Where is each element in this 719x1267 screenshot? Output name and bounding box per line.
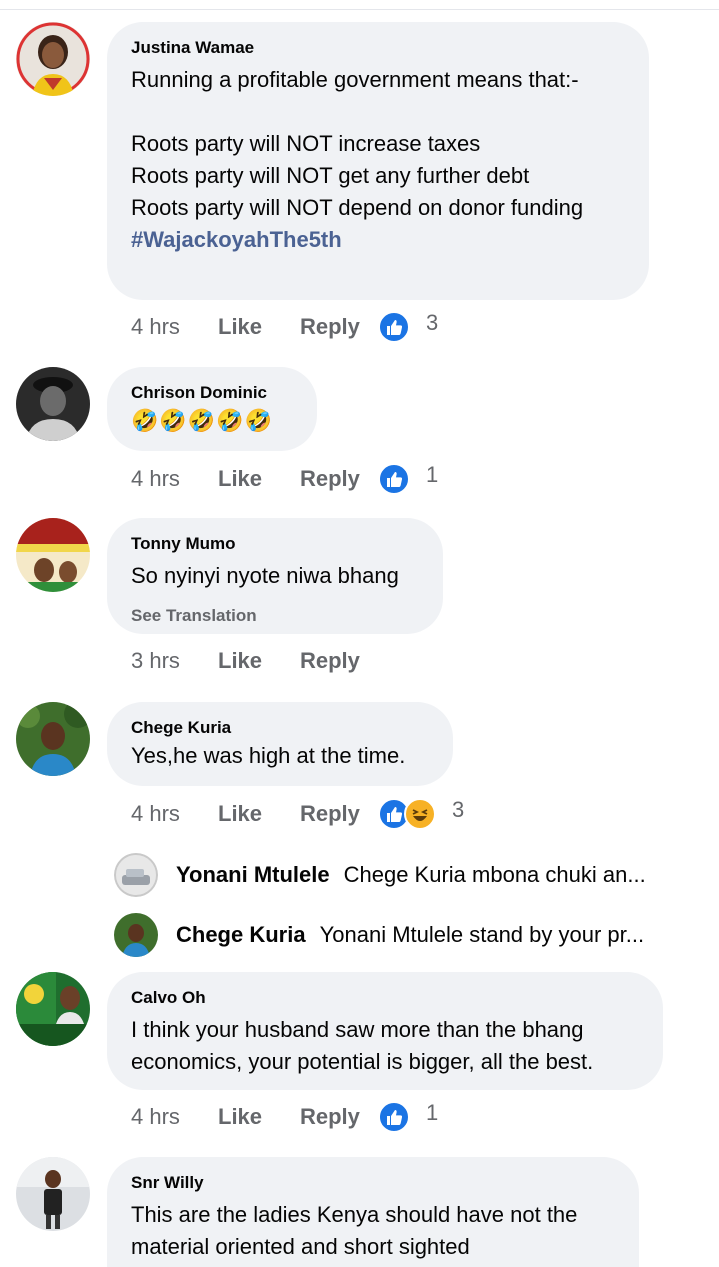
reaction-summary[interactable]: 1 xyxy=(378,1100,439,1133)
like-icon xyxy=(378,463,410,495)
reply-preview[interactable]: Chege Kuria Yonani Mtulele stand by your… xyxy=(114,912,674,958)
comment-bubble: Calvo Oh I think your husband saw more t… xyxy=(107,972,663,1090)
comment-bubble: Chege Kuria Yes,he was high at the time. xyxy=(107,702,453,786)
avatar[interactable] xyxy=(16,22,90,96)
comment-bubble: Snr Willy This are the ladies Kenya shou… xyxy=(107,1157,639,1267)
comment-text: Running a profitable government means th… xyxy=(131,67,584,220)
like-button[interactable]: Like xyxy=(218,648,300,674)
reply-button[interactable]: Reply xyxy=(300,648,378,674)
comment-actions: 4 hrs Like Reply 3 xyxy=(131,310,438,344)
comment-author[interactable]: Tonny Mumo xyxy=(131,534,419,554)
comment-text: Yes,he was high at the time. xyxy=(131,743,406,768)
like-button[interactable]: Like xyxy=(218,466,300,492)
avatar[interactable] xyxy=(16,1157,90,1231)
comment-author[interactable]: Chrison Dominic xyxy=(131,383,293,403)
avatar[interactable] xyxy=(16,367,90,441)
reaction-count: 1 xyxy=(426,1100,439,1125)
reaction-summary[interactable]: 3 xyxy=(378,310,439,343)
reaction-count: 3 xyxy=(426,310,439,335)
comment-text: So nyinyi nyote niwa bhang xyxy=(131,563,399,588)
comment-actions: 4 hrs Like Reply 1 xyxy=(131,462,438,496)
reply-text: Chege Kuria mbona chuki an... xyxy=(343,862,646,887)
comment-text: I think your husband saw more than the b… xyxy=(131,1017,594,1074)
haha-icon xyxy=(404,798,436,830)
avatar[interactable] xyxy=(16,972,90,1046)
reaction-count: 1 xyxy=(426,462,439,487)
comment-actions: 4 hrs Like Reply 1 xyxy=(131,1100,438,1134)
reply-button[interactable]: Reply xyxy=(300,1104,378,1130)
reply-author[interactable]: Chege Kuria xyxy=(176,922,306,948)
comment-text: 🤣🤣🤣🤣🤣 xyxy=(131,408,273,433)
like-icon xyxy=(378,1101,410,1133)
comment-time[interactable]: 4 hrs xyxy=(131,466,218,492)
comment-time[interactable]: 4 hrs xyxy=(131,801,218,827)
like-icon xyxy=(378,311,410,343)
comment-actions: 3 hrs Like Reply xyxy=(131,644,378,678)
reply-text: Yonani Mtulele stand by your pr... xyxy=(319,922,645,947)
reply-button[interactable]: Reply xyxy=(300,801,378,827)
top-divider xyxy=(0,9,719,10)
comment-time[interactable]: 3 hrs xyxy=(131,648,218,674)
hashtag-link[interactable]: #WajackoyahThe5th xyxy=(131,224,625,256)
comment-bubble: Tonny Mumo So nyinyi nyote niwa bhang Se… xyxy=(107,518,443,634)
like-button[interactable]: Like xyxy=(218,801,300,827)
comment-bubble: Chrison Dominic 🤣🤣🤣🤣🤣 xyxy=(107,367,317,451)
reply-preview[interactable]: Yonani Mtulele Chege Kuria mbona chuki a… xyxy=(114,852,674,898)
comment-author[interactable]: Chege Kuria xyxy=(131,718,429,738)
comment-text: This are the ladies Kenya should have no… xyxy=(131,1202,578,1259)
like-button[interactable]: Like xyxy=(218,1104,300,1130)
comment-bubble: Justina Wamae Running a profitable gover… xyxy=(107,22,649,300)
comment-author[interactable]: Snr Willy xyxy=(131,1173,615,1193)
avatar[interactable] xyxy=(16,702,90,776)
reply-button[interactable]: Reply xyxy=(300,314,378,340)
comment-time[interactable]: 4 hrs xyxy=(131,314,218,340)
comment-author[interactable]: Calvo Oh xyxy=(131,988,639,1008)
see-translation-link[interactable]: See Translation xyxy=(131,606,419,626)
comment-author[interactable]: Justina Wamae xyxy=(131,38,625,58)
avatar[interactable] xyxy=(16,518,90,592)
reaction-summary[interactable]: 1 xyxy=(378,462,439,495)
comment-actions: 4 hrs Like Reply 3 xyxy=(131,797,464,831)
reaction-summary[interactable]: 3 xyxy=(378,797,465,830)
avatar[interactable] xyxy=(114,913,158,957)
comment-time[interactable]: 4 hrs xyxy=(131,1104,218,1130)
reaction-count: 3 xyxy=(452,797,465,822)
avatar[interactable] xyxy=(114,853,158,897)
reply-author[interactable]: Yonani Mtulele xyxy=(176,862,330,888)
like-button[interactable]: Like xyxy=(218,314,300,340)
reply-button[interactable]: Reply xyxy=(300,466,378,492)
